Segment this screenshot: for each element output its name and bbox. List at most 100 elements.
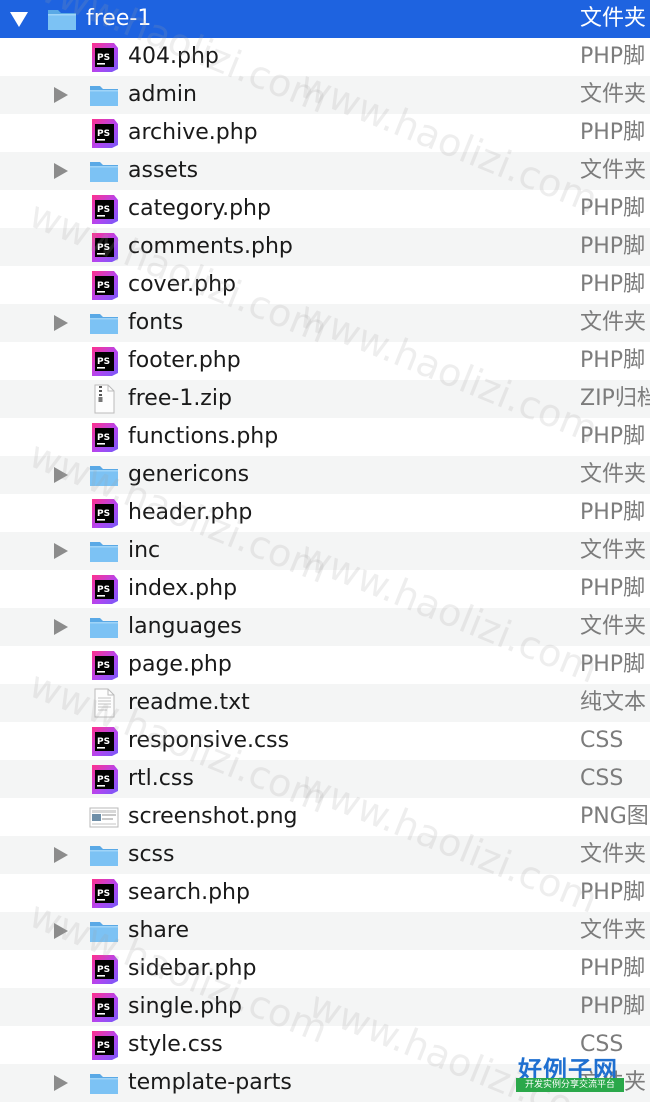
file-row[interactable]: scss 文件夹 — [0, 836, 650, 874]
folder-row-selected[interactable]: free-1 文件夹 — [0, 0, 650, 38]
svg-text:PS: PS — [97, 53, 110, 63]
file-name: rtl.css — [128, 766, 194, 791]
svg-text:PS: PS — [97, 1003, 110, 1013]
file-name: free-1 — [86, 6, 152, 31]
file-row[interactable]: share 文件夹 — [0, 912, 650, 950]
file-kind: ZIP归档 — [580, 386, 650, 411]
disclosure-collapsed-icon[interactable] — [50, 912, 70, 950]
phpstorm-file-icon: PS — [88, 231, 120, 263]
file-row[interactable]: assets 文件夹 — [0, 152, 650, 190]
file-row[interactable]: languages 文件夹 — [0, 608, 650, 646]
file-kind: 文件夹 — [580, 82, 647, 107]
file-row[interactable]: template-parts 文件夹 — [0, 1064, 650, 1102]
file-kind: PHP脚 — [580, 44, 646, 69]
file-row[interactable]: PS 404.php PHP脚 — [0, 38, 650, 76]
file-name: footer.php — [128, 348, 241, 373]
file-row[interactable]: screenshot.png PNG图 — [0, 798, 650, 836]
file-kind: CSS — [580, 1032, 624, 1057]
svg-text:PS: PS — [97, 129, 110, 139]
file-row[interactable]: free-1.zip ZIP归档 — [0, 380, 650, 418]
file-rows: free-1 文件夹 PS 404.php PHP脚 admin 文件夹 PS archive.… — [0, 0, 650, 1102]
zip-file-icon — [88, 383, 120, 415]
svg-text:PS: PS — [97, 661, 110, 671]
folder-icon — [88, 459, 120, 491]
file-row[interactable]: PS rtl.css CSS — [0, 760, 650, 798]
file-kind: 文件夹 — [580, 614, 647, 639]
file-row[interactable]: PS functions.php PHP脚 — [0, 418, 650, 456]
svg-text:PS: PS — [97, 965, 110, 975]
file-row[interactable]: PS cover.php PHP脚 — [0, 266, 650, 304]
svg-text:PS: PS — [97, 281, 110, 291]
file-row[interactable]: PS sidebar.php PHP脚 — [0, 950, 650, 988]
file-row[interactable]: PS index.php PHP脚 — [0, 570, 650, 608]
file-kind: PHP脚 — [580, 424, 646, 449]
file-row[interactable]: PS page.php PHP脚 — [0, 646, 650, 684]
file-name: responsive.css — [128, 728, 290, 753]
file-row[interactable]: PS style.css CSS — [0, 1026, 650, 1064]
file-row[interactable]: PS search.php PHP脚 — [0, 874, 650, 912]
file-row[interactable]: inc 文件夹 — [0, 532, 650, 570]
phpstorm-file-icon: PS — [88, 953, 120, 985]
disclosure-collapsed-icon[interactable] — [50, 1064, 70, 1102]
file-kind: PHP脚 — [580, 652, 646, 677]
file-row[interactable]: PS responsive.css CSS — [0, 722, 650, 760]
file-kind: 文件夹 — [580, 538, 647, 563]
file-kind: CSS — [580, 728, 624, 753]
file-row[interactable]: readme.txt 纯文本 — [0, 684, 650, 722]
phpstorm-file-icon: PS — [88, 763, 120, 795]
phpstorm-file-icon: PS — [88, 991, 120, 1023]
file-row[interactable]: genericons 文件夹 — [0, 456, 650, 494]
svg-text:PS: PS — [97, 889, 110, 899]
svg-text:PS: PS — [97, 775, 110, 785]
file-row[interactable]: PS header.php PHP脚 — [0, 494, 650, 532]
file-row[interactable]: PS single.php PHP脚 — [0, 988, 650, 1026]
phpstorm-file-icon: PS — [88, 41, 120, 73]
file-row[interactable]: admin 文件夹 — [0, 76, 650, 114]
phpstorm-file-icon: PS — [88, 725, 120, 757]
file-name: page.php — [128, 652, 232, 677]
svg-text:PS: PS — [97, 243, 110, 253]
file-name: admin — [128, 82, 197, 107]
file-row[interactable]: PS comments.php PHP脚 — [0, 228, 650, 266]
svg-text:PS: PS — [97, 433, 110, 443]
folder-icon — [88, 535, 120, 567]
file-row[interactable]: PS footer.php PHP脚 — [0, 342, 650, 380]
svg-text:PS: PS — [97, 585, 110, 595]
file-kind: 文件夹 — [580, 310, 647, 335]
disclosure-collapsed-icon[interactable] — [50, 304, 70, 342]
file-name: cover.php — [128, 272, 237, 297]
phpstorm-file-icon: PS — [88, 421, 120, 453]
file-name: share — [128, 918, 189, 943]
file-kind: 文件夹 — [580, 1070, 647, 1095]
svg-text:PS: PS — [97, 205, 110, 215]
disclosure-expanded-icon[interactable] — [10, 0, 30, 38]
file-kind: PHP脚 — [580, 348, 646, 373]
phpstorm-file-icon: PS — [88, 117, 120, 149]
file-name: genericons — [128, 462, 250, 487]
folder-icon — [88, 915, 120, 947]
file-name: 404.php — [128, 44, 219, 69]
file-name: functions.php — [128, 424, 279, 449]
file-kind: CSS — [580, 766, 624, 791]
file-kind: PHP脚 — [580, 196, 646, 221]
phpstorm-file-icon: PS — [88, 1029, 120, 1061]
disclosure-collapsed-icon[interactable] — [50, 76, 70, 114]
disclosure-collapsed-icon[interactable] — [50, 456, 70, 494]
file-kind: PHP脚 — [580, 234, 646, 259]
file-row[interactable]: fonts 文件夹 — [0, 304, 650, 342]
file-name: single.php — [128, 994, 242, 1019]
disclosure-collapsed-icon[interactable] — [50, 152, 70, 190]
file-kind: PHP脚 — [580, 120, 646, 145]
file-row[interactable]: PS category.php PHP脚 — [0, 190, 650, 228]
disclosure-collapsed-icon[interactable] — [50, 836, 70, 874]
file-name: scss — [128, 842, 175, 867]
disclosure-collapsed-icon[interactable] — [50, 608, 70, 646]
folder-icon — [88, 611, 120, 643]
file-row[interactable]: PS archive.php PHP脚 — [0, 114, 650, 152]
folder-icon — [88, 839, 120, 871]
file-kind: 纯文本 — [580, 690, 647, 715]
folder-icon — [88, 155, 120, 187]
disclosure-collapsed-icon[interactable] — [50, 532, 70, 570]
image-file-icon — [88, 801, 120, 833]
file-name: template-parts — [128, 1070, 292, 1095]
